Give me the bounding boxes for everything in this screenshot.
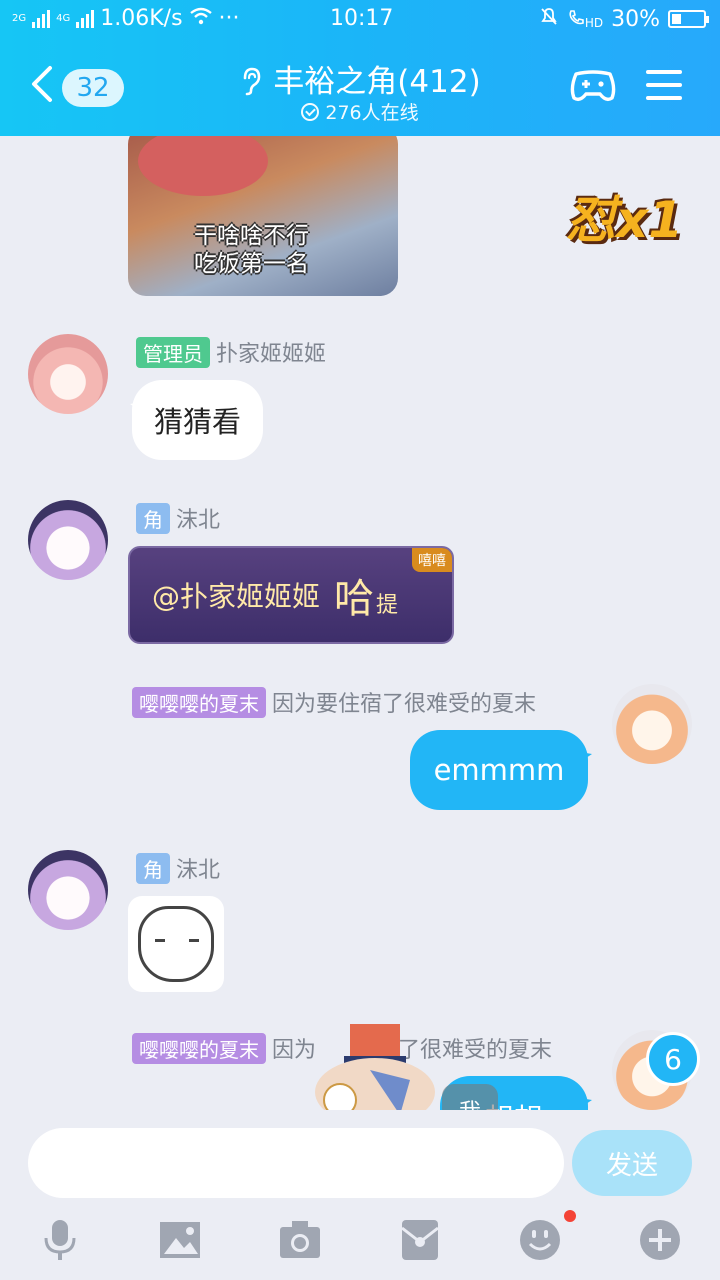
battery-percent: 30% <box>611 6 660 32</box>
floating-avatar-animation <box>300 1020 450 1110</box>
mention-text: @扑家姬姬姬 <box>152 580 321 613</box>
sender-line: 角 沫北 <box>136 852 220 884</box>
meme-caption-line-2: 吃饭第一名 <box>194 251 309 277</box>
network-2g: 2G <box>12 13 27 24</box>
signal-icon-2 <box>76 9 95 28</box>
avatar[interactable] <box>28 850 108 930</box>
role-tag: 角 <box>136 852 170 884</box>
wifi-icon <box>189 6 213 31</box>
styled-message-bubble[interactable]: @扑家姬姬姬 哈 提 嘻嘻 <box>128 546 454 644</box>
send-button[interactable]: 发送 <box>572 1130 692 1196</box>
image-icon[interactable] <box>158 1218 202 1262</box>
toolbar <box>0 1210 720 1268</box>
meme-caption-line-1: 干啥啥不行 <box>194 223 309 249</box>
sender-line: 管理员 扑家姬姬姬 <box>136 336 326 368</box>
sender-name: 扑家姬姬姬 <box>216 342 327 367</box>
red-packet-icon[interactable] <box>398 1218 442 1262</box>
camera-icon[interactable] <box>278 1218 322 1262</box>
network-4g: 4G <box>56 13 71 24</box>
notification-dot <box>564 1210 576 1222</box>
admin-tag: 管理员 <box>136 336 210 368</box>
role-tag: 角 <box>136 502 170 534</box>
group-name: 丰裕之角(412) <box>273 64 481 100</box>
sender-name: 沫北 <box>176 508 221 533</box>
cat-face <box>138 906 214 982</box>
status-bar: 2G 4G 1.06K/s ··· 10:17 HD 30% <box>0 0 720 38</box>
combo-badge: 怼x1 <box>566 191 684 249</box>
ear-icon <box>239 66 263 99</box>
meme-image[interactable]: 干啥啥不行 吃饭第一名 <box>128 136 398 296</box>
emoji-icon[interactable] <box>518 1218 562 1262</box>
battery-icon <box>668 10 709 28</box>
message-bubble[interactable]: emmmm <box>410 730 592 810</box>
gamepad-icon[interactable] <box>570 68 616 104</box>
check-circle-icon <box>301 103 320 121</box>
menu-icon[interactable] <box>646 70 682 109</box>
me-indicator: 我 <box>442 1084 498 1110</box>
network-speed: 1.06K/s <box>100 6 183 31</box>
title-tag: 嘤嘤嘤的夏末 <box>132 686 266 718</box>
message-input[interactable] <box>28 1128 564 1198</box>
sender-line: 嘤嘤嘤的夏末 因为要住宿了很难受的夏末 <box>132 686 536 718</box>
avatar[interactable] <box>28 334 108 414</box>
avatar[interactable] <box>612 684 692 764</box>
call-hd-icon: HD <box>567 9 603 30</box>
message-bubble[interactable]: 猜猜看 <box>129 380 264 460</box>
sender-name: 因为要住宿了很难受的夏末 <box>272 692 537 717</box>
sender-line: 角 沫北 <box>136 502 220 534</box>
title-tag: 嘤嘤嘤的夏末 <box>132 1032 266 1064</box>
chat-area[interactable]: 干啥啥不行 吃饭第一名 怼x1 管理员 扑家姬姬姬 猜猜看 角 沫北 @扑家姬姬… <box>0 136 720 1110</box>
more-dots: ··· <box>218 6 240 31</box>
clock: 10:17 <box>330 6 394 31</box>
meme-ball <box>138 136 268 196</box>
sender-name: 沫北 <box>176 858 221 883</box>
header-bar: 2G 4G 1.06K/s ··· 10:17 HD 30% 32 丰裕之角(4… <box>0 0 720 136</box>
microphone-icon[interactable] <box>38 1218 82 1262</box>
sticker-message[interactable] <box>128 896 224 992</box>
bubble-corner-tag: 嘻嘻 <box>412 548 452 572</box>
signal-icon <box>32 9 51 28</box>
input-bar: 发送 <box>0 1110 720 1280</box>
mute-bell-icon <box>539 6 559 32</box>
small-char: 提 <box>376 593 399 618</box>
avatar[interactable] <box>28 500 108 580</box>
plus-icon[interactable] <box>638 1218 682 1262</box>
new-message-badge[interactable]: 6 <box>646 1032 700 1086</box>
big-char: 哈 <box>334 576 375 622</box>
